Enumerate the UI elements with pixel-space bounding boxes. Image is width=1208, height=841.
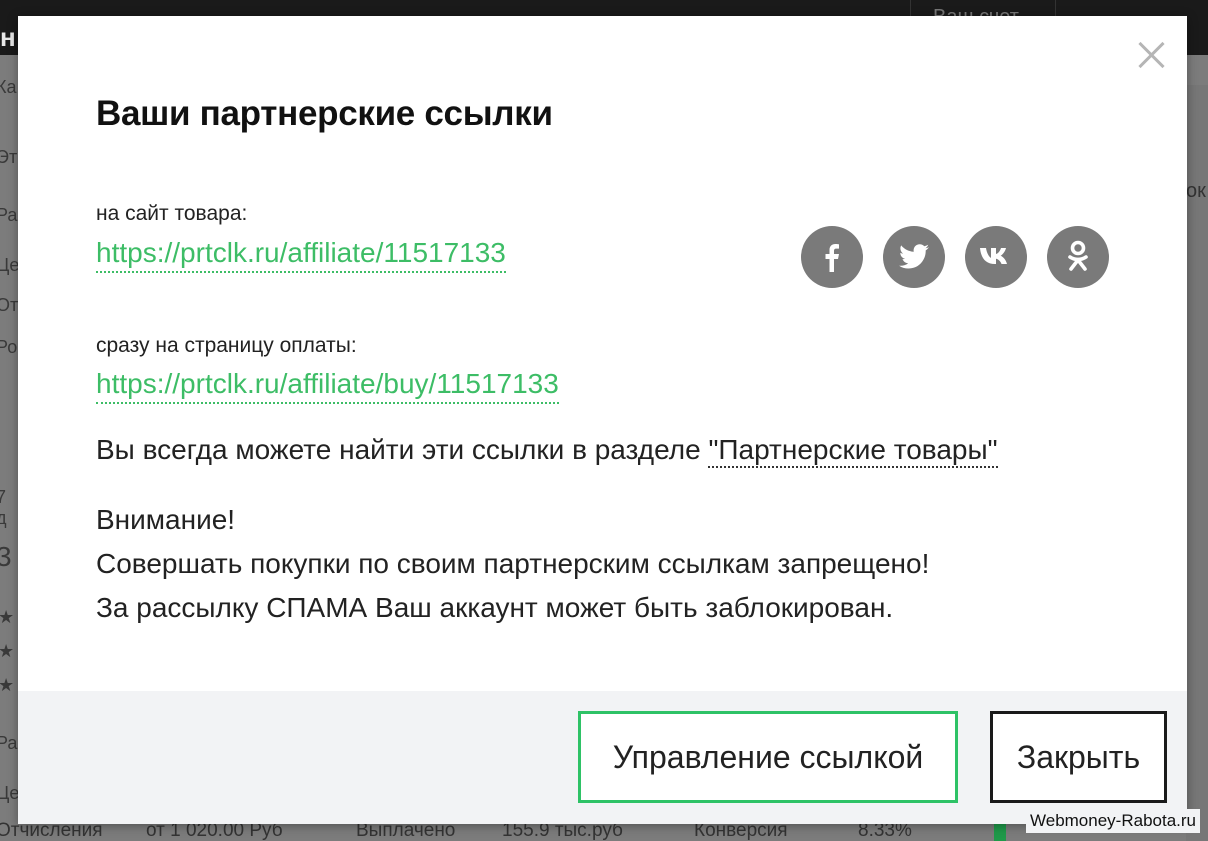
odnoklassniki-icon bbox=[1068, 240, 1088, 271]
background-text: Эт bbox=[0, 147, 18, 167]
close-button[interactable]: Закрыть bbox=[990, 711, 1167, 803]
background-left-column: Ка Эт Ра Це Отч Ро 7 д 3 ★ ★ ★ Ра Це bbox=[0, 55, 28, 841]
warning-block: Внимание! Совершать покупки по своим пар… bbox=[96, 498, 929, 630]
background-text: 7 д bbox=[0, 487, 7, 528]
facebook-icon bbox=[825, 244, 839, 272]
info-text-prefix: Вы всегда можете найти эти ссылки в разд… bbox=[96, 434, 709, 465]
close-icon[interactable] bbox=[1135, 38, 1167, 70]
watermark-text: Webmoney-Rabota.ru bbox=[1026, 809, 1200, 833]
share-twitter-button[interactable] bbox=[883, 226, 945, 288]
star-icon: ★ bbox=[0, 641, 15, 661]
background-text: Це bbox=[0, 255, 20, 275]
background-text: Ра bbox=[0, 733, 18, 753]
product-affiliate-link[interactable]: https://prtclk.ru/affiliate/11517133 bbox=[96, 236, 506, 273]
payment-affiliate-link[interactable]: https://prtclk.ru/affiliate/buy/11517133 bbox=[96, 367, 559, 404]
warning-line: Совершать покупки по своим партнерским с… bbox=[96, 548, 930, 579]
background-text: Ро bbox=[0, 337, 18, 357]
background-right-column: ок bbox=[1186, 85, 1208, 841]
warning-heading: Внимание! bbox=[96, 504, 236, 535]
info-text: Вы всегда можете найти эти ссылки в разд… bbox=[96, 434, 998, 468]
background-brand-fragment: н bbox=[0, 22, 16, 52]
product-link-label: на сайт товара: bbox=[96, 202, 248, 225]
background-text: Ка bbox=[0, 77, 17, 97]
share-vk-button[interactable] bbox=[965, 226, 1027, 288]
background-text: 3 bbox=[0, 541, 12, 572]
payment-link-label: сразу на страницу оплаты: bbox=[96, 334, 357, 357]
manage-link-button[interactable]: Управление ссылкой bbox=[578, 711, 958, 803]
share-facebook-button[interactable] bbox=[801, 226, 863, 288]
background-text: ок bbox=[1186, 180, 1206, 202]
warning-line: За рассылку СПАМА Ваш аккаунт может быть… bbox=[96, 592, 894, 623]
share-odnoklassniki-button[interactable] bbox=[1047, 226, 1109, 288]
background-text: Це bbox=[0, 783, 20, 803]
modal-footer: Управление ссылкой Закрыть bbox=[18, 691, 1187, 824]
twitter-icon bbox=[899, 244, 929, 269]
background-green-bar bbox=[994, 823, 1006, 841]
star-icon: ★ bbox=[0, 675, 15, 695]
modal-title: Ваши партнерские ссылки bbox=[96, 94, 553, 133]
star-icon: ★ bbox=[0, 607, 15, 627]
affiliate-products-link[interactable]: "Партнерские товары" bbox=[708, 434, 998, 468]
background-text: Ра bbox=[0, 205, 18, 225]
vk-icon bbox=[980, 248, 1007, 264]
affiliate-links-modal: Ваши партнерские ссылки на сайт товара: … bbox=[18, 16, 1187, 824]
